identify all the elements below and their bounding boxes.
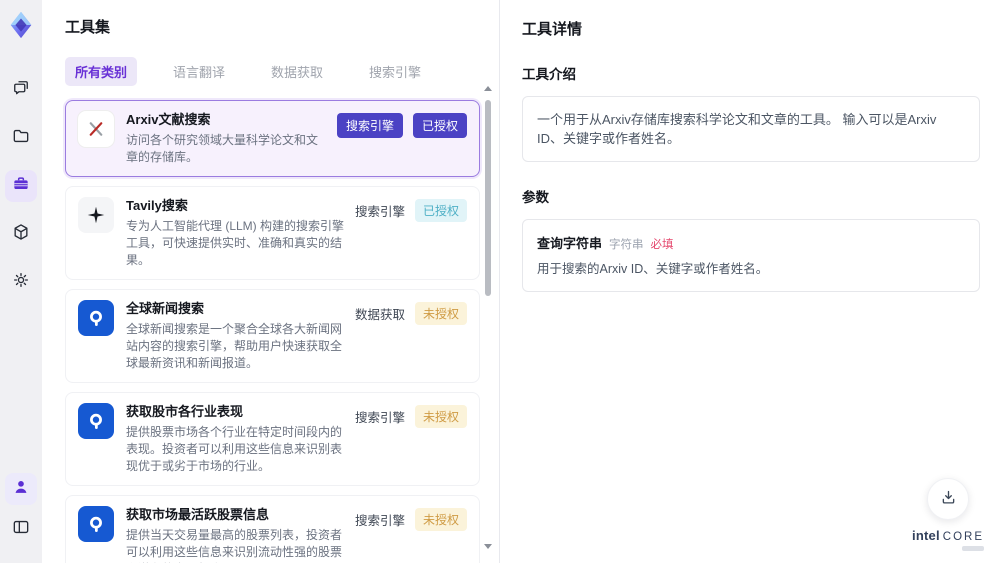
tool-desc: 全球新闻搜索是一个聚合全球各大新闻网站内容的搜索引擎，帮助用户快速获取全球最新资… (126, 322, 343, 370)
category-tabs: 所有类别 语言翻译 数据获取 搜索引擎 (65, 57, 499, 86)
tool-card-tavily[interactable]: Tavily搜索 专为人工智能代理 (LLM) 构建的搜索引擎工具，可快速提供实… (65, 186, 480, 280)
page-title: 工具集 (65, 19, 111, 36)
tool-desc: 提供股票市场各个行业在特定时间段内的表现。投资者可以利用这些信息来识别表现优于或… (126, 425, 343, 473)
tool-card-arxiv[interactable]: Arxiv文献搜索 访问各个研究领域大量科学论文和文章的存储库。 搜索引擎 已授… (65, 100, 480, 177)
category-label: 搜索引擎 (354, 411, 405, 425)
tab-translation[interactable]: 语言翻译 (163, 57, 235, 86)
tool-list: Arxiv文献搜索 访问各个研究领域大量科学论文和文章的存储库。 搜索引擎 已授… (65, 100, 480, 563)
auth-badge: 未授权 (414, 508, 467, 531)
tool-list-panel: 工具集 所有类别 语言翻译 数据获取 搜索引擎 Arxiv文献搜索 访问各个研究… (42, 0, 500, 563)
parameter-card: 查询字符串 字符串 必填 用于搜索的Arxiv ID、关键字或作者姓名。 (522, 219, 980, 292)
tool-detail-panel: 工具详情 工具介绍 一个用于从Arxiv存储库搜索科学论文和文章的工具。 输入可… (500, 0, 1000, 563)
scroll-down-icon[interactable] (484, 544, 492, 549)
tool-desc: 提供当天交易量最高的股票列表，投资者可以利用这些信息来识别流动性强的股票和潜在的… (126, 528, 343, 563)
param-name: 查询字符串 (537, 236, 603, 251)
category-label: 数据获取 (354, 308, 405, 322)
collapse-sidebar[interactable] (5, 513, 37, 545)
intel-core-logo: intel CORE (912, 528, 984, 543)
tool-desc: 访问各个研究领域大量科学论文和文章的存储库。 (126, 133, 319, 164)
globe-search-icon (78, 506, 114, 542)
auth-badge: 已授权 (412, 113, 467, 138)
auth-badge: 未授权 (414, 405, 467, 428)
tool-card-sector-performance[interactable]: 获取股市各行业表现 提供股票市场各个行业在特定时间段内的表现。投资者可以利用这些… (65, 392, 480, 486)
nav-models[interactable] (5, 218, 37, 250)
left-rail (0, 0, 42, 563)
tool-name: 全球新闻搜索 (126, 301, 205, 316)
nav-tools[interactable] (5, 170, 37, 202)
category-badge: 搜索引擎 (336, 113, 403, 138)
tool-name: Arxiv文献搜索 (126, 112, 211, 127)
download-icon (939, 488, 958, 510)
param-desc: 用于搜索的Arxiv ID、关键字或作者姓名。 (537, 262, 769, 276)
app-logo-icon (6, 10, 36, 40)
auth-badge: 已授权 (414, 199, 467, 222)
scroll-up-icon[interactable] (484, 86, 492, 91)
brand-suffix: CORE (942, 531, 984, 543)
category-label: 搜索引擎 (354, 514, 405, 528)
gear-icon (11, 270, 31, 295)
globe-search-icon (78, 300, 114, 336)
download-button[interactable] (927, 478, 970, 520)
nav-files[interactable] (5, 122, 37, 154)
tab-data-fetch[interactable]: 数据获取 (261, 57, 333, 86)
nav-chat[interactable] (5, 74, 37, 106)
tool-card-most-active-stocks[interactable]: 获取市场最活跃股票信息 提供当天交易量最高的股票列表，投资者可以利用这些信息来识… (65, 495, 480, 563)
scrollbar-thumb[interactable] (485, 100, 491, 296)
folder-icon (11, 126, 31, 151)
chat-icon (11, 78, 31, 103)
brand-submark (962, 546, 984, 551)
arxiv-icon (78, 111, 114, 147)
brand-name: intel (912, 528, 940, 543)
app-window: 工具集 所有类别 语言翻译 数据获取 搜索引擎 Arxiv文献搜索 访问各个研究… (0, 0, 1000, 563)
panel-toggle-icon (11, 517, 31, 542)
list-scrollbar[interactable] (483, 74, 493, 555)
tool-name: 获取股市各行业表现 (126, 404, 244, 419)
cube-icon (11, 222, 31, 247)
auth-badge: 未授权 (414, 302, 467, 325)
tab-all-categories[interactable]: 所有类别 (65, 57, 138, 86)
category-label: 搜索引擎 (354, 205, 405, 219)
toolbox-icon (11, 174, 31, 199)
tool-desc: 专为人工智能代理 (LLM) 构建的搜索引擎工具，可快速提供实时、准确和真实的结… (126, 219, 345, 267)
detail-title: 工具详情 (522, 21, 583, 38)
param-type: 字符串 (609, 239, 644, 251)
tool-card-global-news[interactable]: 全球新闻搜索 全球新闻搜索是一个聚合全球各大新闻网站内容的搜索引擎，帮助用户快速… (65, 289, 480, 383)
tool-name: 获取市场最活跃股票信息 (126, 507, 270, 522)
tool-name: Tavily搜索 (126, 198, 188, 213)
param-required-flag: 必填 (650, 239, 674, 251)
sparkle-icon (78, 197, 114, 233)
tool-intro-text: 一个用于从Arxiv存储库搜索科学论文和文章的工具。 输入可以是Arxiv ID… (522, 96, 980, 162)
params-heading: 参数 (522, 190, 549, 205)
user-icon (11, 477, 31, 502)
globe-search-icon (78, 403, 114, 439)
nav-settings[interactable] (5, 266, 37, 298)
intro-heading: 工具介绍 (522, 67, 576, 82)
user-account[interactable] (5, 473, 37, 505)
tab-search-engine[interactable]: 搜索引擎 (359, 57, 431, 86)
